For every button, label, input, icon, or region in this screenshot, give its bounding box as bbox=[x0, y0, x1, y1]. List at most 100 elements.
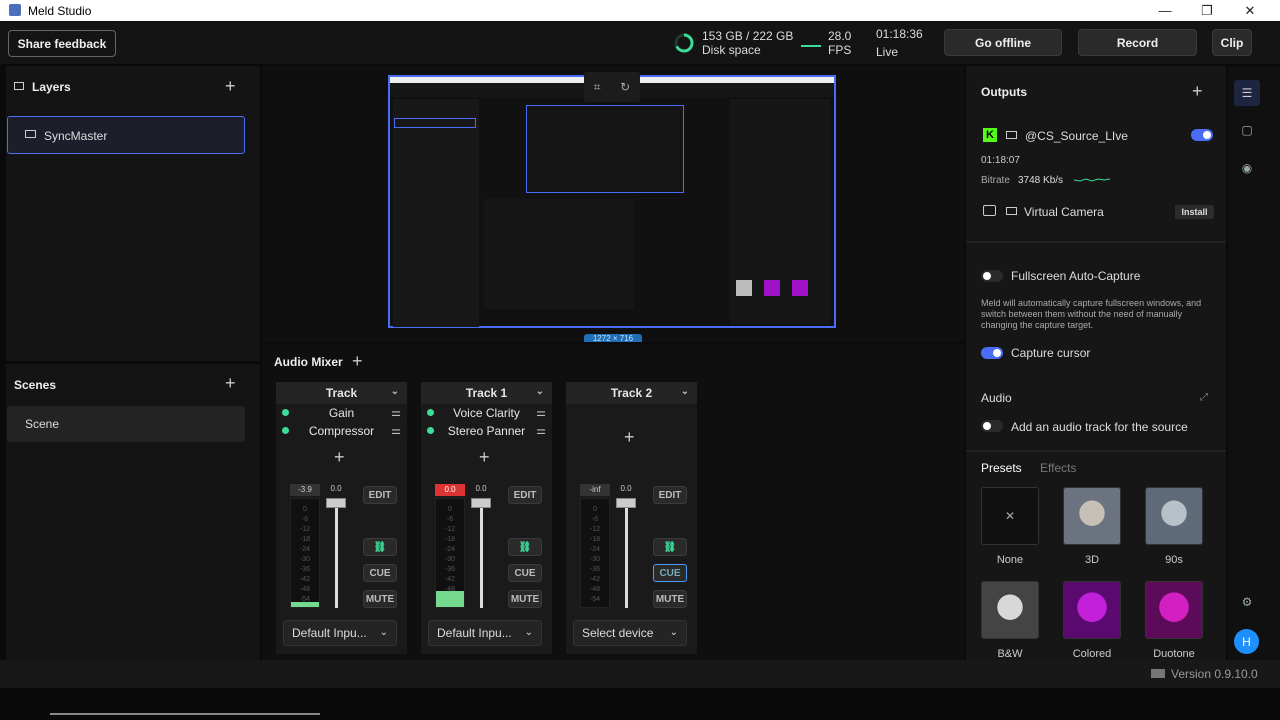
nested-layer-item bbox=[394, 118, 476, 128]
edit-button[interactable]: EDIT bbox=[653, 486, 687, 504]
close-icon[interactable]: ✕ bbox=[1229, 0, 1271, 21]
preset-bw[interactable] bbox=[981, 581, 1039, 639]
scene-item[interactable]: Scene bbox=[7, 406, 245, 442]
device-select[interactable]: Default Inpu... ⌄ bbox=[283, 620, 397, 646]
scene-label: Scene bbox=[25, 417, 60, 431]
effect-row[interactable]: Compressor ⚌ bbox=[276, 422, 407, 440]
capture-cursor-toggle[interactable] bbox=[981, 347, 1003, 359]
add-scene-icon[interactable]: + bbox=[225, 374, 236, 392]
chevron-down-icon: ⌄ bbox=[524, 627, 533, 638]
chevron-down-icon[interactable]: ⌄ bbox=[536, 386, 544, 397]
go-offline-button[interactable]: Go offline bbox=[944, 29, 1062, 56]
track-header[interactable]: Track 2 ⌄ bbox=[566, 382, 697, 404]
outputs-title: Outputs bbox=[981, 85, 1027, 99]
preset-90s[interactable] bbox=[1145, 487, 1203, 545]
edit-button[interactable]: EDIT bbox=[508, 486, 542, 504]
preset-none[interactable]: ✕ bbox=[981, 487, 1039, 545]
maximize-icon[interactable]: ❐ bbox=[1186, 0, 1228, 21]
volume-fader-track[interactable] bbox=[335, 498, 338, 608]
track-header[interactable]: Track 1 ⌄ bbox=[421, 382, 552, 404]
add-effect-icon[interactable]: + bbox=[479, 448, 490, 466]
volume-fader-knob[interactable] bbox=[471, 498, 491, 508]
gain-value: 0.0 bbox=[475, 484, 487, 493]
properties-icon[interactable]: ☰ bbox=[1234, 80, 1260, 106]
link-icon[interactable]: ⛓ bbox=[653, 538, 687, 556]
status-bar: Version 0.9.10.0 bbox=[0, 660, 1280, 688]
nested-preset-thumb bbox=[792, 280, 808, 296]
live-time: 01:18:36 bbox=[876, 27, 923, 41]
nested-mixer bbox=[484, 199, 634, 309]
preset-3d[interactable] bbox=[1063, 487, 1121, 545]
level-meter: 0-6-12-18-24-30-36-42-48-54 bbox=[290, 498, 320, 608]
disk-label: Disk space bbox=[702, 43, 761, 57]
chat-icon[interactable]: ▢ bbox=[1237, 120, 1257, 140]
fullscreen-toggle[interactable] bbox=[981, 270, 1003, 282]
settings-icon[interactable]: ⚙ bbox=[1237, 592, 1257, 612]
preview-source-frame[interactable] bbox=[388, 75, 836, 328]
volume-fader-track[interactable] bbox=[480, 498, 483, 608]
track-name: Track 1 bbox=[465, 386, 508, 400]
camera-icon bbox=[983, 205, 996, 216]
volume-fader-knob[interactable] bbox=[616, 498, 636, 508]
add-effect-icon[interactable]: + bbox=[334, 448, 345, 466]
volume-fader-track[interactable] bbox=[625, 498, 628, 608]
preview-canvas[interactable]: ⌗ ↻ 1272 × 716 bbox=[262, 66, 964, 342]
fullscreen-description: Meld will automatically capture fullscre… bbox=[981, 298, 1202, 330]
record-button[interactable]: Record bbox=[1078, 29, 1197, 56]
mute-button[interactable]: MUTE bbox=[363, 590, 397, 608]
add-layer-icon[interactable]: + bbox=[225, 77, 236, 95]
adjust-icon[interactable]: ⚌ bbox=[536, 424, 546, 437]
mixer-track: Track 2 ⌄ + -inf 0 -6 -12 -18 -24 -30 -36 -42 -48 -54… bbox=[566, 382, 697, 654]
share-feedback-button[interactable]: Share feedback bbox=[8, 30, 116, 57]
effect-row[interactable]: Gain ⚌ bbox=[276, 404, 407, 422]
cue-button[interactable]: CUE bbox=[508, 564, 542, 582]
clip-button[interactable]: Clip bbox=[1212, 29, 1252, 56]
mute-button[interactable]: MUTE bbox=[653, 590, 687, 608]
stream-toggle[interactable] bbox=[1191, 129, 1213, 141]
meld-studio-window: Meld Studio — ❐ ✕ Share feedback 153 GB … bbox=[0, 0, 1280, 720]
avatar[interactable]: H bbox=[1234, 629, 1259, 654]
track-header[interactable]: Track ⌄ bbox=[276, 382, 407, 404]
chevron-down-icon[interactable]: ⌄ bbox=[391, 386, 399, 397]
adjust-icon[interactable]: ⚌ bbox=[391, 424, 401, 437]
link-icon[interactable]: ⛓ bbox=[363, 538, 397, 556]
top-toolbar: Share feedback 153 GB / 222 GB Disk spac… bbox=[0, 21, 1280, 64]
nested-left-panel bbox=[393, 99, 479, 327]
adjust-icon[interactable]: ⚌ bbox=[536, 406, 546, 419]
effect-row[interactable]: Stereo Panner ⚌ bbox=[421, 422, 552, 440]
device-select[interactable]: Default Inpu... ⌄ bbox=[428, 620, 542, 646]
stream-time: 01:18:07 bbox=[981, 155, 1020, 166]
edit-button[interactable]: EDIT bbox=[363, 486, 397, 504]
adjust-icon[interactable]: ⚌ bbox=[391, 406, 401, 419]
cue-button[interactable]: CUE bbox=[363, 564, 397, 582]
install-button[interactable]: Install bbox=[1175, 205, 1214, 219]
meter-fill bbox=[291, 601, 319, 607]
add-effect-icon[interactable]: + bbox=[624, 428, 635, 446]
window-title: Meld Studio bbox=[28, 4, 92, 18]
monitor-icon bbox=[25, 130, 36, 138]
broadcast-icon[interactable]: ◉ bbox=[1237, 158, 1257, 178]
bitrate-label: Bitrate bbox=[981, 175, 1010, 186]
preset-duotone[interactable] bbox=[1145, 581, 1203, 639]
preset-colored[interactable] bbox=[1063, 581, 1121, 639]
volume-fader-knob[interactable] bbox=[326, 498, 346, 508]
add-audio-toggle[interactable] bbox=[981, 420, 1003, 432]
fps-value: 28.0 bbox=[828, 29, 852, 43]
mute-button[interactable]: MUTE bbox=[508, 590, 542, 608]
add-track-icon[interactable]: + bbox=[352, 352, 363, 370]
tab-effects[interactable]: Effects bbox=[1040, 461, 1076, 475]
device-select[interactable]: Select device ⌄ bbox=[573, 620, 687, 646]
tab-presets[interactable]: Presets bbox=[981, 461, 1022, 475]
rotate-icon[interactable]: ↻ bbox=[620, 80, 630, 94]
minimize-icon[interactable]: — bbox=[1144, 0, 1186, 21]
stream-icon bbox=[1006, 131, 1017, 139]
add-output-icon[interactable]: + bbox=[1192, 82, 1203, 100]
cue-button[interactable]: CUE bbox=[653, 564, 687, 582]
layers-icon bbox=[14, 82, 24, 90]
crop-icon[interactable]: ⌗ bbox=[594, 80, 601, 95]
effect-row[interactable]: Voice Clarity ⚌ bbox=[421, 404, 552, 422]
link-icon[interactable]: ⛓ bbox=[508, 538, 542, 556]
layer-item-syncmaster[interactable]: SyncMaster bbox=[7, 116, 245, 154]
chevron-down-icon[interactable]: ⌄ bbox=[681, 386, 689, 397]
audio-expand-icon[interactable]: ⤢ bbox=[1200, 392, 1208, 403]
